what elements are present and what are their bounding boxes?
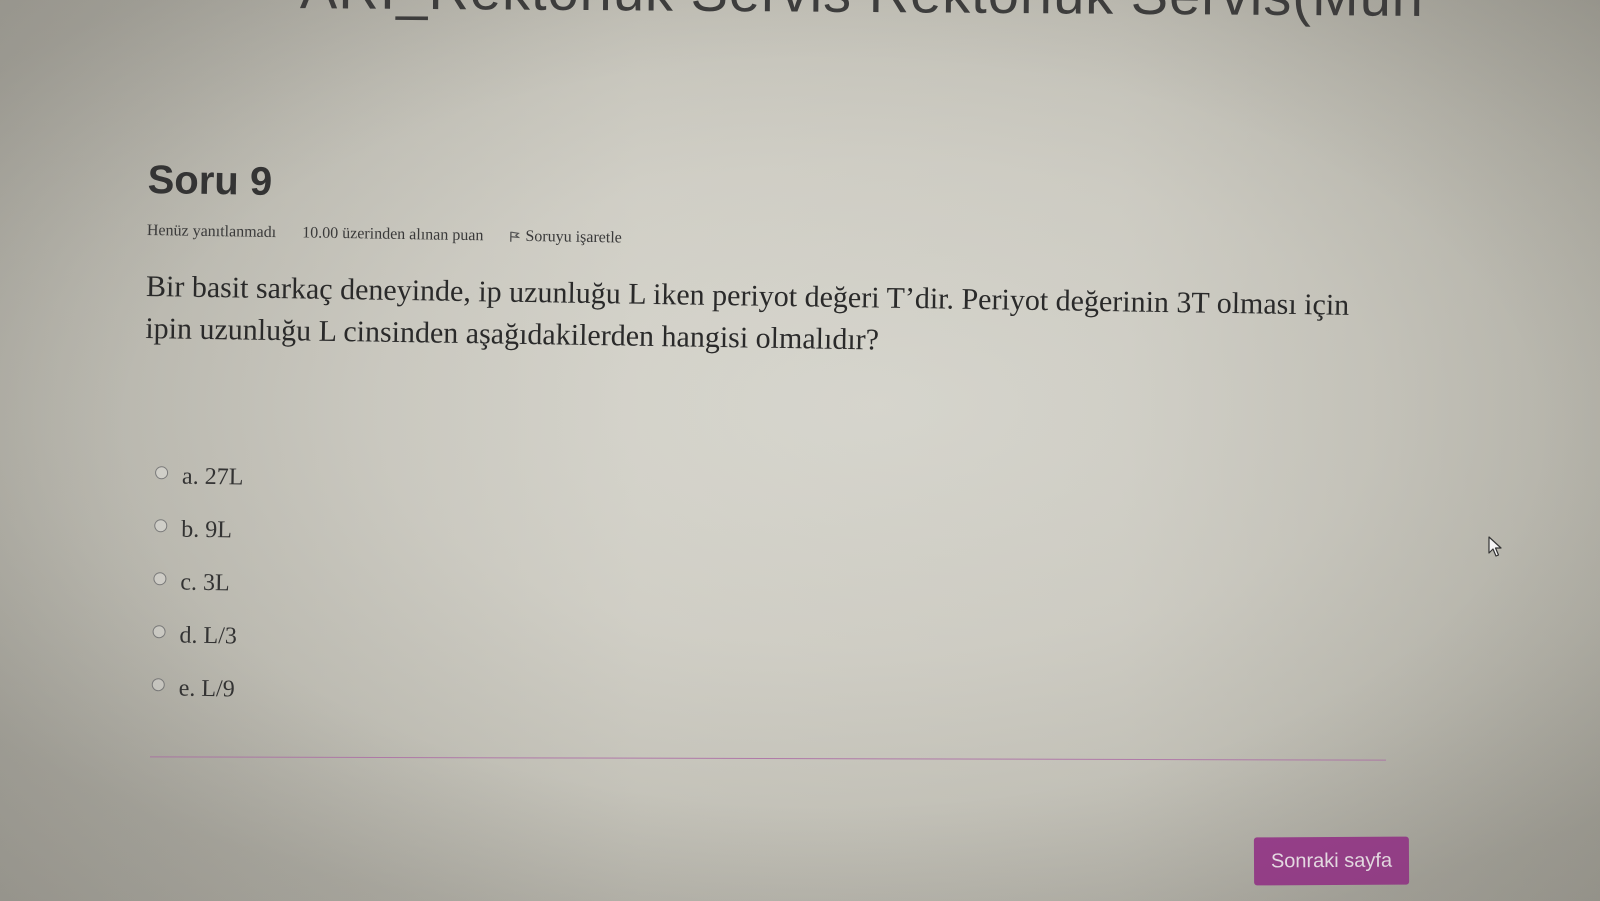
answer-label: b. 9L [180, 516, 233, 544]
question-text: Bir basit sarkaç deneyinde, ip uzunluğu … [145, 269, 1350, 357]
answer-options: a. 27L b. 9L c. 3L d. L/3 e. L/9 [151, 450, 1403, 735]
flag-question-link[interactable]: Soruyu işaretle [509, 228, 622, 248]
radio-button[interactable] [153, 572, 167, 586]
question-container: Soru 9 Henüz yanıtlanmadı 10.00 üzerinde… [139, 158, 1408, 735]
next-page-button[interactable]: Sonraki sayfa [1253, 836, 1410, 886]
radio-button[interactable] [151, 678, 165, 692]
question-info: Henüz yanıtlanmadı 10.00 üzerinden alına… [147, 222, 1407, 260]
question-status: Henüz yanıtlanmadı [146, 221, 277, 242]
answer-label: d. L/3 [179, 622, 238, 650]
mouse-pointer-icon [1488, 536, 1504, 563]
radio-button[interactable] [154, 466, 169, 480]
flag-question-label: Soruyu işaretle [525, 227, 622, 247]
flag-icon [509, 231, 520, 243]
question-grade: 10.00 üzerinden alınan puan [302, 224, 484, 245]
answer-label: c. 3L [180, 569, 230, 597]
radio-button[interactable] [154, 519, 168, 533]
radio-button[interactable] [152, 625, 166, 639]
answer-label: a. 27L [181, 463, 244, 491]
answer-label: e. L/9 [178, 675, 235, 703]
